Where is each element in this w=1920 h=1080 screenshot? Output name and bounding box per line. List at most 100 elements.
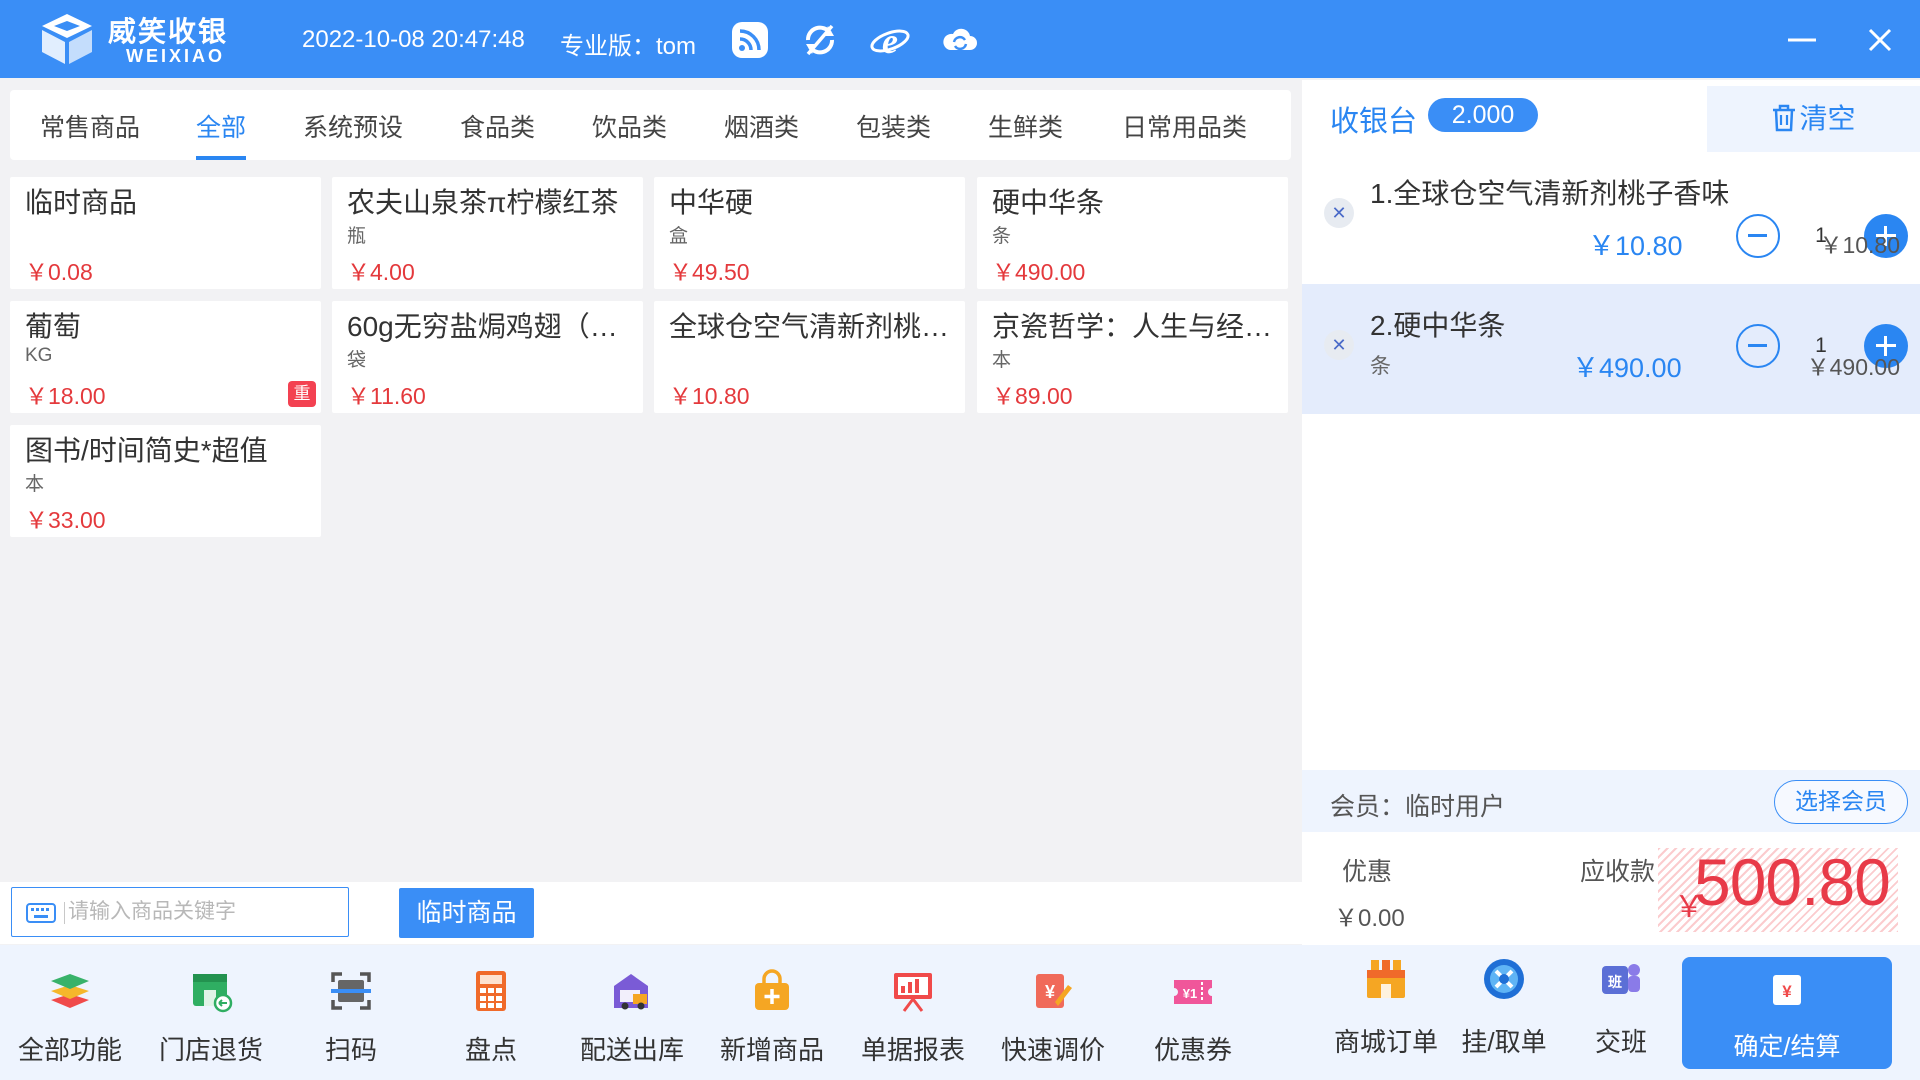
checkout-yen-icon: ¥	[1773, 975, 1801, 1005]
product-price: ￥0.08	[25, 259, 93, 285]
product-price: ￥49.50	[669, 259, 750, 285]
svg-text:e: e	[882, 21, 898, 60]
product-card[interactable]: 葡萄 KG ￥18.00 重	[10, 301, 321, 413]
product-price: ￥11.60	[347, 383, 426, 409]
reports-button[interactable]: 单据报表	[848, 968, 978, 1068]
sync-off-icon[interactable]	[800, 20, 840, 60]
product-price: ￥4.00	[347, 259, 415, 285]
remove-item-icon[interactable]: ✕	[1324, 330, 1354, 360]
product-card[interactable]: 图书/时间简史*超值 本 ￥33.00	[10, 425, 321, 537]
tab-system-preset[interactable]: 系统预设	[303, 108, 403, 160]
product-panel: 常售商品 全部 系统预设 食品类 饮品类 烟酒类 包装类 生鲜类 日常用品类 临…	[10, 90, 1291, 880]
cart-item[interactable]: ✕ 1.全球仓空气清新剂桃子香味 ￥10.80 1 ￥10.80	[1302, 154, 1920, 284]
decrease-qty-button[interactable]	[1736, 324, 1780, 368]
layers-icon	[51, 974, 89, 1008]
tab-all[interactable]: 全部	[196, 108, 247, 160]
brand-name: 威笑收银	[108, 16, 229, 47]
member-row: 会员：临时用户 选择会员	[1302, 770, 1920, 832]
shift-change-button[interactable]: 班 交班	[1561, 956, 1681, 1066]
product-unit: 本	[992, 350, 1012, 371]
product-card[interactable]: 中华硬 盒 ￥49.50	[654, 177, 965, 289]
minimize-icon[interactable]	[1780, 18, 1824, 62]
product-card[interactable]: 全球仓空气清新剂桃子香味 ￥10.80	[654, 301, 965, 413]
tool-label: 门店退货	[158, 1035, 263, 1065]
delivery-truck-icon	[614, 974, 648, 1010]
search-separator	[64, 902, 65, 924]
coupon-button[interactable]: ¥1 优惠券	[1128, 968, 1258, 1068]
tool-label: 优惠券	[1153, 1035, 1232, 1065]
tool-label: 挂/取单	[1461, 1027, 1547, 1057]
product-card[interactable]: 农夫山泉茶π柠檬红茶 瓶 ￥4.00	[332, 177, 643, 289]
search-box[interactable]	[11, 887, 349, 937]
amount-due-label: 应收款	[1580, 858, 1656, 886]
tool-label: 新增商品	[719, 1035, 824, 1065]
product-price: ￥89.00	[992, 383, 1073, 409]
add-product-button[interactable]: 新增商品	[707, 968, 837, 1068]
tab-fresh[interactable]: 生鲜类	[988, 108, 1063, 160]
calculator-icon	[476, 971, 506, 1011]
product-name: 临时商品	[25, 187, 138, 218]
quick-price-button[interactable]: ¥ 快速调价	[988, 968, 1118, 1068]
inventory-button[interactable]: 盘点	[426, 968, 556, 1068]
tool-label: 单据报表	[860, 1035, 965, 1065]
svg-text:¥: ¥	[1782, 982, 1792, 1001]
category-tabs: 常售商品 全部 系统预设 食品类 饮品类 烟酒类 包装类 生鲜类 日常用品类	[10, 90, 1291, 160]
trash-icon	[1773, 104, 1796, 132]
hold-order-button[interactable]: 挂/取单	[1444, 956, 1564, 1066]
cashier-title: 收银台	[1330, 106, 1418, 138]
mall-order-icon	[1367, 960, 1405, 998]
hold-order-icon	[1484, 959, 1524, 999]
tab-food[interactable]: 食品类	[460, 108, 535, 160]
temp-product-button[interactable]: 临时商品	[399, 888, 534, 938]
product-name: 图书/时间简史*超值	[25, 435, 268, 466]
product-card[interactable]: 硬中华条 条 ￥490.00	[977, 177, 1288, 289]
report-board-icon	[894, 973, 932, 1012]
tab-packaging[interactable]: 包装类	[856, 108, 931, 160]
store-return-button[interactable]: 门店退货	[146, 968, 276, 1068]
scan-icon	[331, 972, 371, 1010]
product-card[interactable]: 临时商品 ￥0.08	[10, 177, 321, 289]
close-icon[interactable]	[1858, 18, 1902, 62]
checkout-button[interactable]: ¥ 确定/结算	[1682, 957, 1892, 1069]
cart-item-subtotal: ￥10.80	[1819, 232, 1900, 258]
brand-name-en: WEIXIAO	[126, 46, 226, 66]
tab-tobacco-alcohol[interactable]: 烟酒类	[724, 108, 799, 160]
tab-frequent[interactable]: 常售商品	[40, 108, 140, 160]
product-card[interactable]: 60g无穷盐焗鸡翅（原味） 袋 ￥11.60	[332, 301, 643, 413]
scan-button[interactable]: 扫码	[286, 968, 416, 1068]
product-name: 葡萄	[25, 311, 82, 342]
current-datetime: 2022-10-08 20:47:48	[302, 26, 525, 53]
network-icon[interactable]	[730, 20, 770, 60]
delivery-out-button[interactable]: 配送出库	[567, 968, 697, 1068]
browser-icon[interactable]: e	[870, 20, 910, 60]
tab-drinks[interactable]: 饮品类	[592, 108, 667, 160]
cart-item-name: 2.硬中华条	[1370, 310, 1506, 341]
tool-label: 全部功能	[17, 1035, 122, 1065]
mall-orders-button[interactable]: 商城订单	[1326, 956, 1446, 1066]
product-name: 农夫山泉茶π柠檬红茶	[347, 187, 619, 218]
clear-label: 清空	[1799, 103, 1856, 134]
price-edit-icon: ¥	[1036, 974, 1072, 1008]
product-card[interactable]: 京瓷哲学：人生与经营的原点 本 ￥89.00	[977, 301, 1288, 413]
cart-item-name: 1.全球仓空气清新剂桃子香味	[1370, 178, 1730, 209]
add-bag-icon	[755, 969, 789, 1010]
title-bar: 威笑收银 WEIXIAO 2022-10-08 20:47:48 专业版：tom…	[0, 0, 1920, 78]
weighted-badge: 重	[288, 381, 316, 407]
keyboard-icon[interactable]	[26, 903, 56, 923]
discount-label: 优惠	[1342, 858, 1393, 886]
search-input[interactable]	[68, 896, 338, 928]
cloud-sync-icon[interactable]	[940, 20, 980, 60]
coupon-icon: ¥1	[1174, 980, 1212, 1004]
decrease-qty-button[interactable]	[1736, 214, 1780, 258]
tab-daily-goods[interactable]: 日常用品类	[1122, 108, 1247, 160]
tool-label: 扫码	[324, 1035, 377, 1065]
all-functions-button[interactable]: 全部功能	[5, 968, 135, 1068]
cart-item[interactable]: ✕ 2.硬中华条 条 ￥490.00 1 ￥490.00	[1302, 284, 1920, 414]
clear-cart-button[interactable]: 清空	[1707, 86, 1920, 152]
remove-item-icon[interactable]: ✕	[1324, 198, 1354, 228]
cart-item-price: ￥490.00	[1572, 353, 1682, 383]
shift-change-icon: 班	[1602, 964, 1640, 994]
select-member-button[interactable]: 选择会员	[1774, 780, 1908, 824]
product-name: 京瓷哲学：人生与经营的原点	[992, 311, 1282, 342]
product-unit: KG	[25, 345, 53, 366]
